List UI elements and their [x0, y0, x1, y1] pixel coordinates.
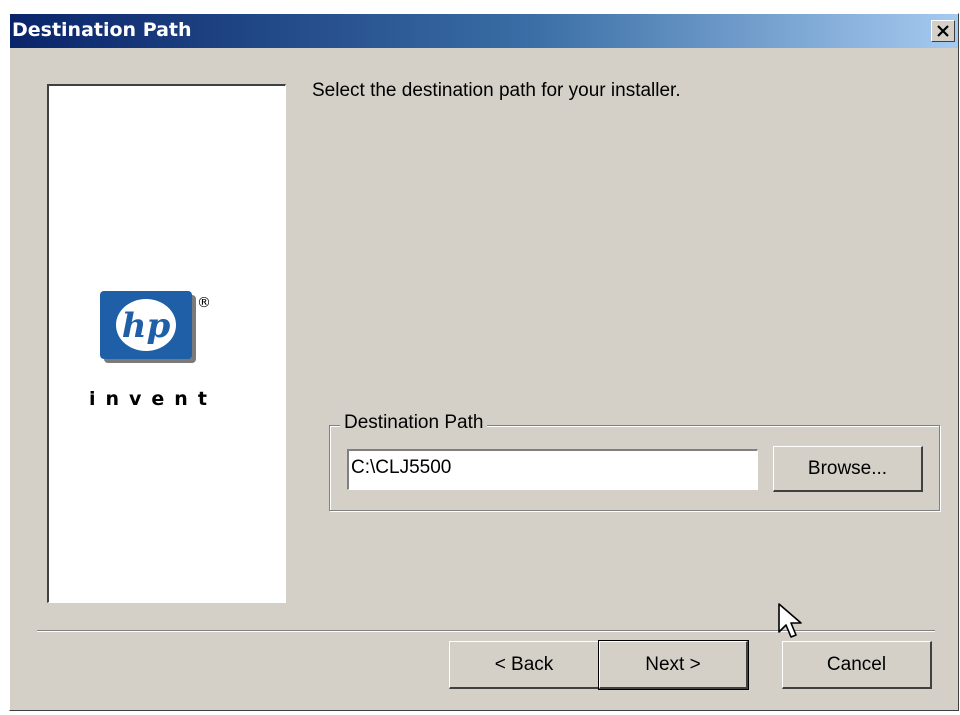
- close-button[interactable]: [931, 20, 955, 42]
- browse-button[interactable]: Browse...: [773, 446, 923, 492]
- instruction-text: Select the destination path for your ins…: [312, 80, 681, 101]
- mouse-cursor-icon: [778, 603, 804, 646]
- hp-logo-icon: hp ®: [100, 291, 211, 363]
- close-icon: [937, 25, 949, 37]
- cancel-button[interactable]: Cancel: [782, 641, 932, 689]
- logo-tagline: invent: [89, 388, 217, 410]
- hp-logo-text: hp: [122, 306, 171, 346]
- hp-logo: hp ®: [100, 291, 218, 371]
- destination-path-group: Destination Path Browse...: [329, 412, 940, 511]
- destination-path-input[interactable]: [347, 449, 758, 490]
- window-title: Destination Path: [12, 19, 192, 41]
- group-label: Destination Path: [340, 412, 488, 434]
- back-button[interactable]: < Back: [449, 641, 600, 689]
- installer-dialog: Destination Path hp ® invent Select the …: [9, 13, 959, 711]
- next-button[interactable]: Next >: [598, 640, 749, 690]
- side-banner: hp ® invent: [47, 84, 286, 603]
- registered-mark: ®: [197, 295, 211, 311]
- title-bar[interactable]: Destination Path: [10, 14, 958, 48]
